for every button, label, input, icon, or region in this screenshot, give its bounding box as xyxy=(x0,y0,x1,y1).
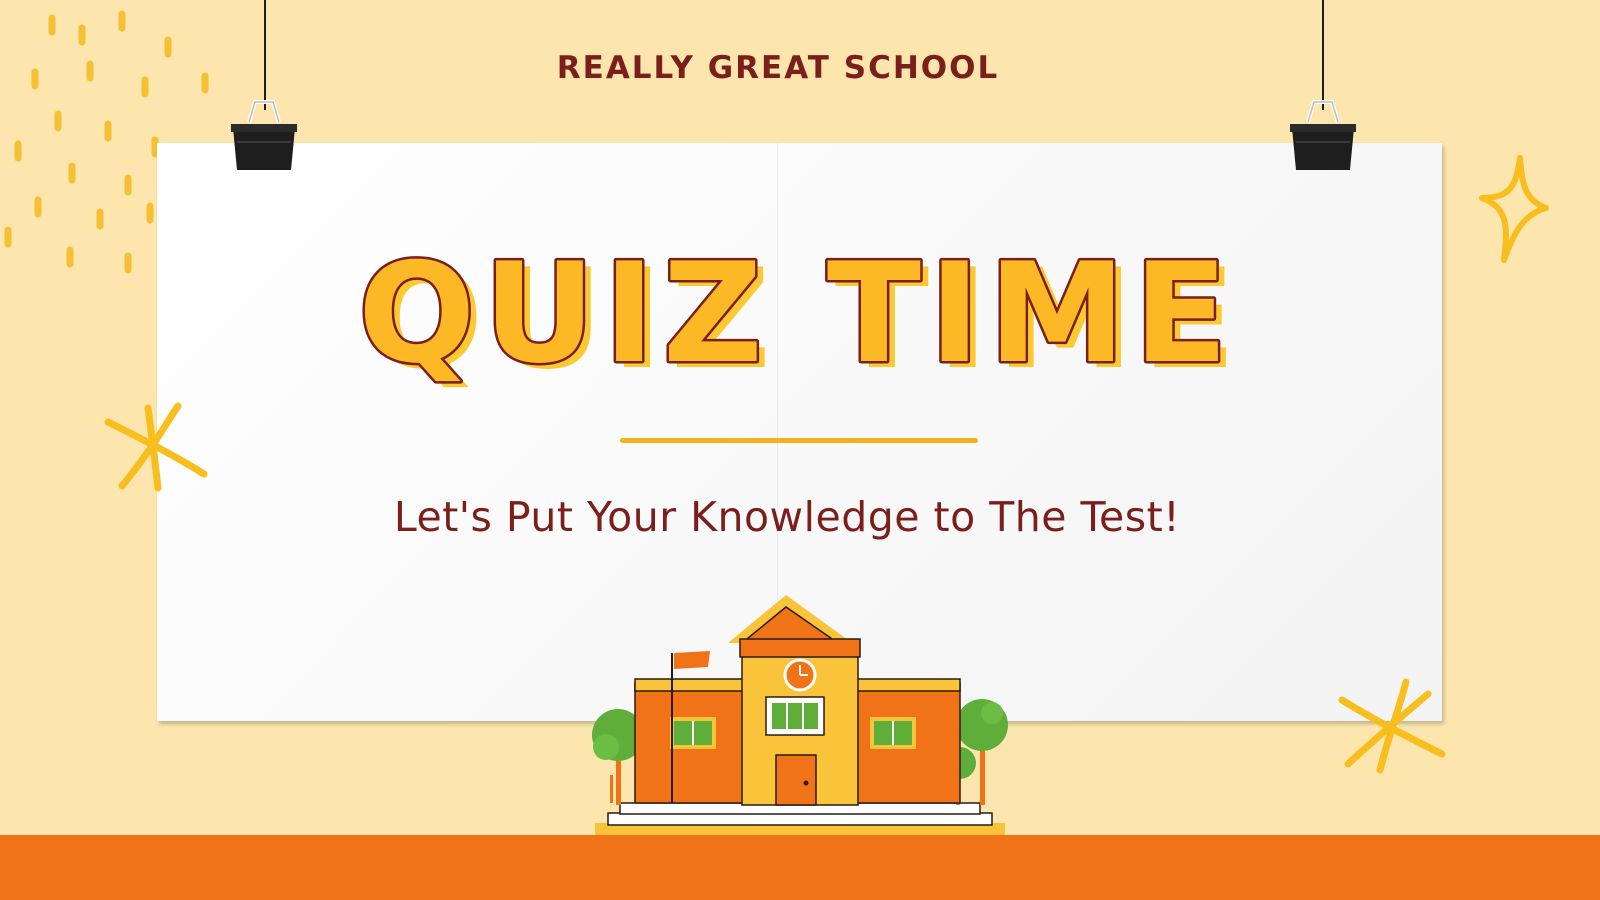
school-name: REALLY GREAT SCHOOL xyxy=(556,50,1000,86)
sparkle-star-icon xyxy=(1479,155,1549,263)
binder-clip-icon xyxy=(1290,100,1356,170)
headline-underline xyxy=(620,438,978,443)
ground-strip xyxy=(0,835,1600,900)
quiz-tagline: Let's Put Your Knowledge to The Test! xyxy=(393,493,1181,541)
school-building-illustration xyxy=(592,595,1008,835)
clock-icon xyxy=(783,658,817,692)
binder-clip-icon xyxy=(231,100,297,170)
quiz-headline: QUIZ TIME QUIZ TIME xyxy=(157,239,1442,399)
asterisk-doodle-icon xyxy=(1338,678,1446,774)
headline-text: QUIZ TIME xyxy=(358,239,1236,394)
asterisk-doodle-icon xyxy=(104,402,208,492)
